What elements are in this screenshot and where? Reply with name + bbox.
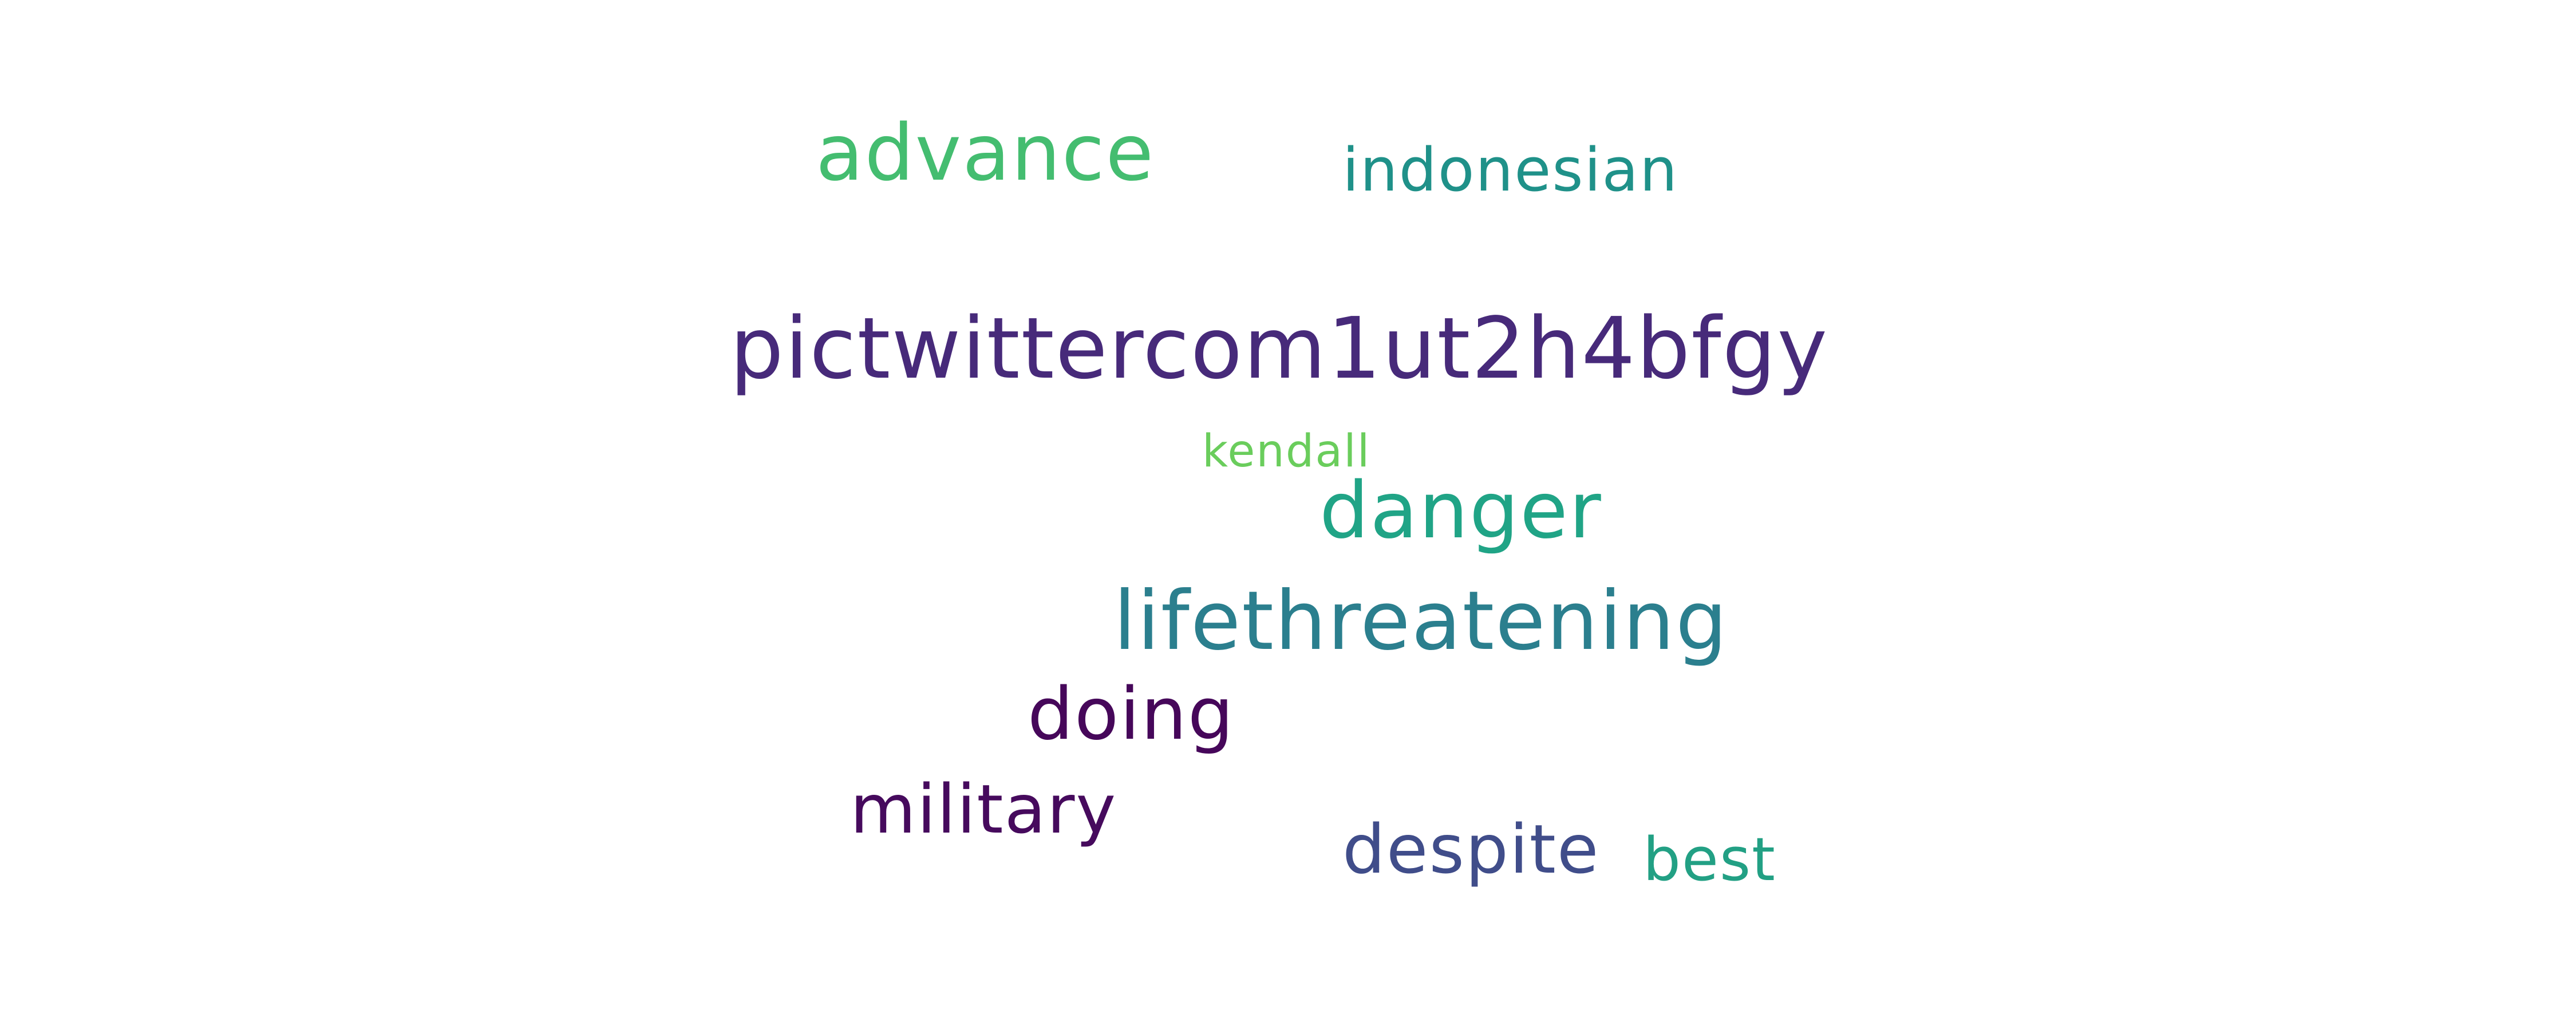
word-despite: despite [1342, 810, 1600, 889]
word-lifethreatening: lifethreatening [1113, 574, 1729, 668]
word-doing: doing [1028, 672, 1235, 756]
word-pictwittercom1ut2h4bfgy: pictwittercom1ut2h4bfgy [730, 299, 1829, 398]
word-advance: advance [816, 108, 1155, 199]
word-indonesian: indonesian [1342, 135, 1679, 205]
word-best: best [1643, 825, 1776, 894]
word-danger: danger [1319, 466, 1602, 556]
word-military: military [850, 770, 1117, 849]
word-cloud: pictwittercom1ut2h4bfgy lifethreatening … [0, 0, 2576, 1030]
word-kendall: kendall [1202, 426, 1371, 477]
